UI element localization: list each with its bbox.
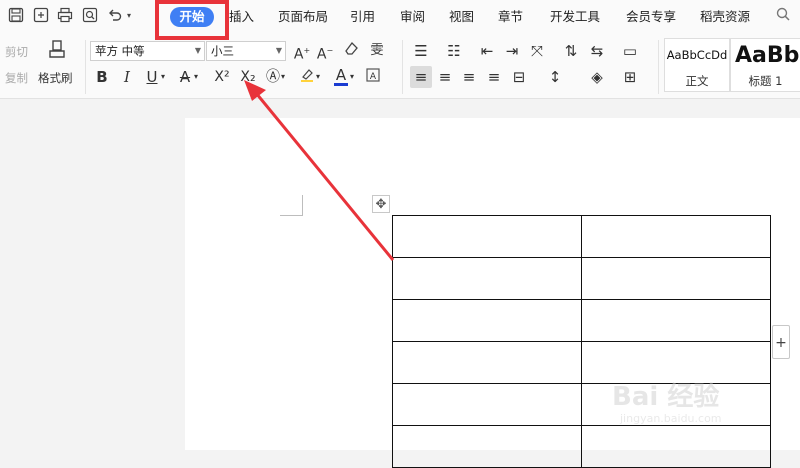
font-name-value: 苹方 中等 xyxy=(95,44,145,58)
numbered-list-icon[interactable]: ☷ xyxy=(443,40,465,62)
bullet-list-icon[interactable]: ☰ xyxy=(410,40,432,62)
svg-text:A: A xyxy=(370,72,377,82)
format-painter-icon[interactable] xyxy=(45,39,69,63)
group-divider xyxy=(402,40,403,94)
cut-button[interactable]: 剪切 xyxy=(5,44,28,60)
font-color-glyph: A xyxy=(335,66,347,84)
table-row xyxy=(392,215,771,258)
align-left-icon[interactable]: ≡ xyxy=(410,66,432,88)
table-row xyxy=(392,299,771,342)
tab-docer-resources[interactable]: 稻壳资源 xyxy=(700,8,750,26)
table-cell[interactable] xyxy=(392,425,582,468)
increase-indent-icon[interactable]: ⇥ xyxy=(501,40,523,62)
table-row xyxy=(392,425,771,468)
copy-button[interactable]: 复制 xyxy=(5,70,28,86)
justify-icon[interactable]: ≡ xyxy=(483,66,505,88)
save-icon[interactable] xyxy=(7,7,25,25)
table-cell[interactable] xyxy=(581,425,771,468)
table-cell[interactable] xyxy=(581,257,771,300)
margin-corner-mark xyxy=(280,195,303,216)
undo-icon[interactable] xyxy=(106,7,124,25)
style-name: 正文 xyxy=(685,74,709,88)
search-icon[interactable] xyxy=(774,7,792,25)
style-sample: AaBbCcDd xyxy=(666,48,728,62)
decrease-indent-icon[interactable]: ⇤ xyxy=(476,40,498,62)
print-icon[interactable] xyxy=(56,7,74,25)
chevron-down-icon[interactable]: ▾ xyxy=(191,66,201,88)
shrink-font-icon[interactable]: A− xyxy=(314,40,336,63)
add-column-button[interactable]: + xyxy=(772,325,790,359)
group-divider xyxy=(85,40,86,94)
subscript-button[interactable]: X₂ xyxy=(235,66,261,88)
style-normal[interactable]: AaBbCcDd 正文 xyxy=(664,38,730,92)
superscript-button[interactable]: X² xyxy=(209,66,235,88)
table-cell[interactable] xyxy=(392,215,582,258)
bold-button[interactable]: B xyxy=(91,66,113,88)
chevron-down-icon[interactable]: ▾ xyxy=(158,66,168,88)
chevron-down-icon[interactable]: ▾ xyxy=(347,66,357,88)
format-painter-button[interactable]: 格式刷 xyxy=(38,70,73,86)
watermark-text: Bai 经验 xyxy=(612,382,720,412)
style-sample: AaBb xyxy=(735,43,800,68)
show-marks-icon[interactable]: ⇆ xyxy=(586,40,608,62)
sort-icon[interactable]: ⇅ xyxy=(560,40,582,62)
document-table[interactable] xyxy=(392,215,771,468)
shading-icon[interactable]: ◈ xyxy=(586,66,608,88)
tab-view[interactable]: 视图 xyxy=(449,8,474,26)
watermark-url: jingyan.baidu.com xyxy=(620,412,722,425)
tab-references[interactable]: 引用 xyxy=(350,8,375,26)
tab-developer[interactable]: 开发工具 xyxy=(550,8,600,26)
tab-chapter[interactable]: 章节 xyxy=(498,8,523,26)
chevron-down-icon: ▼ xyxy=(194,46,201,55)
italic-button[interactable]: I xyxy=(116,66,138,88)
align-right-icon[interactable]: ≡ xyxy=(458,66,480,88)
export-icon[interactable] xyxy=(32,7,50,25)
table-cell[interactable] xyxy=(392,299,582,342)
style-heading-1[interactable]: AaBb 标题 1 xyxy=(730,38,800,92)
chevron-down-icon: ▼ xyxy=(275,46,282,55)
tab-member[interactable]: 会员专享 xyxy=(626,8,676,26)
char-border-icon[interactable]: A xyxy=(362,66,384,88)
distributed-icon[interactable]: ⊟ xyxy=(508,66,530,88)
font-color-swatch xyxy=(334,83,348,86)
tab-insert[interactable]: 插入 xyxy=(229,8,254,26)
watermark: Bai 经验 jingyan.baidu.com xyxy=(612,368,762,428)
tab-review[interactable]: 审阅 xyxy=(400,8,425,26)
table-row xyxy=(392,257,771,300)
clear-format-icon[interactable] xyxy=(340,40,362,62)
font-size-value: 小三 xyxy=(211,44,234,58)
annotation-highlight-box xyxy=(155,0,229,40)
chevron-down-icon[interactable]: ▾ xyxy=(313,66,323,88)
chinese-layout-icon[interactable]: ⤧ xyxy=(526,40,548,62)
font-size-select[interactable]: 小三 ▼ xyxy=(206,41,286,61)
table-cell[interactable] xyxy=(392,383,582,426)
line-spacing-icon[interactable]: ↕ xyxy=(544,66,566,88)
ribbon-toolbar: 剪切 复制 格式刷 苹方 中等 ▼ 小三 ▼ A+ A− 雯 B I U ▾ A… xyxy=(0,34,800,99)
table-cell[interactable] xyxy=(392,341,582,384)
menu-bar: ▾ 开始 插入 页面布局 引用 审阅 视图 章节 开发工具 会员专享 稻壳资源 xyxy=(0,0,800,34)
grow-font-icon[interactable]: A+ xyxy=(291,40,313,63)
table-move-handle[interactable]: ✥ xyxy=(372,195,390,213)
table-cell[interactable] xyxy=(581,299,771,342)
ruler-icon[interactable]: ▭ xyxy=(619,40,641,62)
tab-page-layout[interactable]: 页面布局 xyxy=(278,8,328,26)
undo-dropdown-icon[interactable]: ▾ xyxy=(124,7,134,25)
table-cell[interactable] xyxy=(392,257,582,300)
table-cell[interactable] xyxy=(581,215,771,258)
chevron-down-icon[interactable]: ▾ xyxy=(278,66,288,88)
group-divider xyxy=(658,40,659,94)
style-name: 标题 1 xyxy=(748,74,783,88)
print-preview-icon[interactable] xyxy=(81,7,99,25)
borders-icon[interactable]: ⊞ xyxy=(619,66,641,88)
phonetic-guide-icon[interactable]: 雯 xyxy=(366,40,388,62)
font-name-select[interactable]: 苹方 中等 ▼ xyxy=(90,41,205,61)
align-center-icon[interactable]: ≡ xyxy=(434,66,456,88)
